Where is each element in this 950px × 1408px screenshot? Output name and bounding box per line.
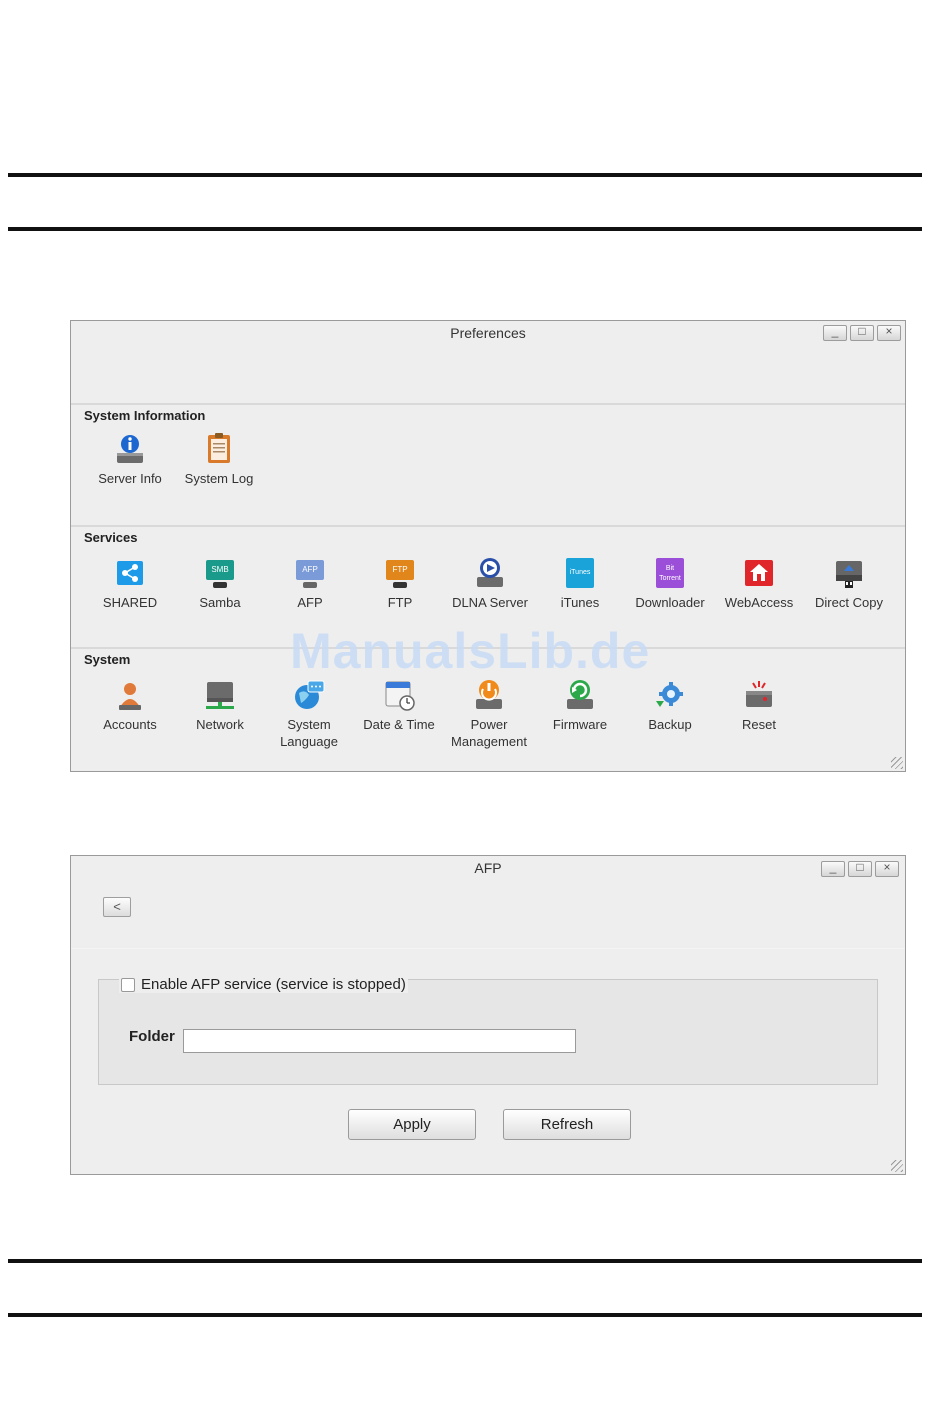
pref-direct-copy[interactable]: Direct Copy [804,557,894,611]
pref-itunes[interactable]: iTunes iTunes [535,557,625,611]
item-label: DLNA Server [452,595,528,610]
pref-power-management[interactable]: Power Management [444,679,534,750]
minimize-button[interactable]: _ [823,324,847,341]
pref-firmware[interactable]: Firmware [535,679,625,733]
item-label: Backup [648,717,692,732]
item-label: Server Info [98,471,162,486]
maximize-button[interactable]: □ [850,324,874,341]
close-button[interactable]: × [877,324,901,341]
dlna-server-icon [474,557,506,589]
direct-copy-icon [833,557,865,589]
item-label: Direct Copy [815,595,883,610]
ftp-icon: FTP [384,557,416,589]
pref-shared[interactable]: SHARED [85,557,175,611]
accounts-icon [114,679,146,711]
item-label: Date & Time [363,717,435,732]
back-button[interactable]: < [103,897,131,917]
firmware-icon [564,679,596,711]
section-system-information: System Information Server Info System Lo… [71,403,905,525]
pref-date-time[interactable]: Date & Time [354,679,444,733]
watermark: ManualsLib.de [290,623,651,679]
itunes-icon: iTunes [564,557,596,589]
enable-afp-row: Enable AFP service (service is stopped) [119,976,408,993]
downloader-icon: Bit Torrent [654,557,686,589]
top-rule-1 [8,173,922,177]
item-label: System Language [280,717,338,749]
item-label: FTP [387,595,413,610]
window-title: AFP [474,860,502,876]
close-button[interactable]: × [875,860,899,877]
pref-system-language[interactable]: System Language [264,679,354,750]
afp-window: AFP _ □ × < Enable AFP service (service … [70,855,906,1175]
item-label: iTunes [560,595,600,610]
pref-dlna-server[interactable]: DLNA Server [445,557,535,611]
pref-afp[interactable]: AFP AFP [265,557,355,611]
maximize-button[interactable]: □ [848,860,872,877]
pref-network[interactable]: Network [175,679,265,733]
afp-icon: AFP [294,557,326,589]
pref-samba[interactable]: SMB Samba [175,557,265,611]
section-title: System Information [84,408,206,423]
refresh-button[interactable]: Refresh [503,1109,631,1140]
date-time-icon [383,679,415,711]
preferences-window: Preferences _ □ × System Information Ser… [70,320,906,772]
section-title: System [84,652,131,667]
top-rule-2 [8,227,922,231]
backup-icon [654,679,686,711]
item-label: SHARED [102,595,158,610]
folder-label: Folder [129,1028,175,1045]
resize-grip[interactable] [891,757,903,769]
item-label: AFP [297,595,323,610]
item-label: Firmware [552,717,608,732]
pref-backup[interactable]: Backup [625,679,715,733]
item-label: Network [196,717,244,732]
system-log-icon [203,433,235,465]
shared-icon [114,557,146,589]
window-controls: _ □ × [823,324,901,341]
pref-system-log[interactable]: System Log [174,433,264,487]
bottom-rule-2 [8,1313,922,1317]
item-label: Samba [199,595,241,610]
pref-server-info[interactable]: Server Info [85,433,175,487]
item-label: WebAccess [724,595,794,610]
webaccess-icon [743,557,775,589]
pref-accounts[interactable]: Accounts [85,679,175,733]
section-title: Services [84,530,138,545]
window-controls: _ □ × [821,860,899,877]
network-icon [204,679,236,711]
resize-grip[interactable] [891,1160,903,1172]
enable-afp-checkbox[interactable] [121,977,135,992]
item-label: System Log [184,471,254,486]
pref-ftp[interactable]: FTP FTP [355,557,445,611]
window-title: Preferences [450,325,526,341]
item-label: Accounts [103,717,157,732]
item-label: Power Management [451,717,527,749]
samba-icon: SMB [204,557,236,589]
bottom-rule-1 [8,1259,922,1263]
item-label: Reset [742,717,776,732]
apply-button[interactable]: Apply [348,1109,476,1140]
pref-downloader[interactable]: Bit Torrent Downloader [625,557,715,611]
enable-afp-label: Enable AFP service (service is stopped) [141,976,406,993]
server-info-icon [114,433,146,465]
system-language-icon [293,679,325,711]
item-label: Downloader [635,595,705,610]
pref-reset[interactable]: Reset [714,679,804,733]
folder-input[interactable] [183,1029,576,1053]
reset-icon [743,679,775,711]
power-management-icon [473,679,505,711]
minimize-button[interactable]: _ [821,860,845,877]
pref-webaccess[interactable]: WebAccess [714,557,804,611]
